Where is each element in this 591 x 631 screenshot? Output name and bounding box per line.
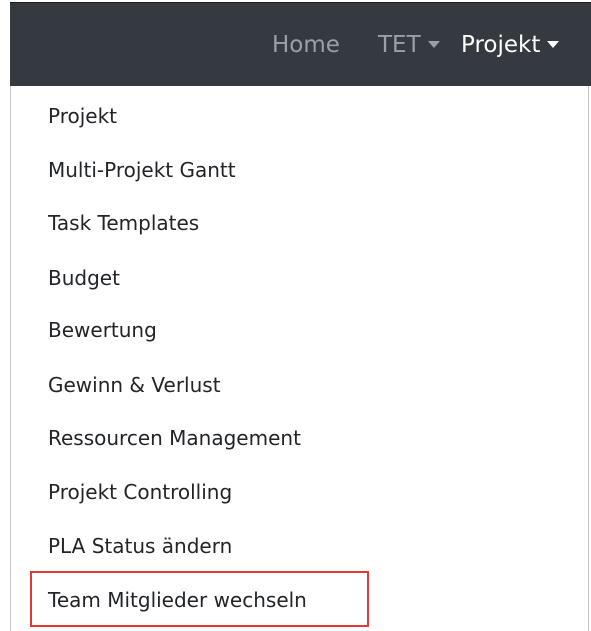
menu-item-bewertung[interactable]: Bewertung bbox=[48, 315, 157, 345]
nav-tet-label: TET bbox=[378, 32, 421, 58]
top-navbar: Home TET Projekt bbox=[10, 2, 591, 86]
menu-item-projekt-controlling[interactable]: Projekt Controlling bbox=[48, 477, 232, 507]
nav-tet-dropdown[interactable]: TET bbox=[378, 25, 440, 65]
menu-item-budget[interactable]: Budget bbox=[48, 263, 120, 293]
caret-down-icon bbox=[427, 41, 440, 48]
caret-down-icon bbox=[547, 41, 560, 48]
nav-home-link[interactable]: Home bbox=[272, 25, 340, 65]
nav-projekt-dropdown[interactable]: Projekt bbox=[461, 25, 560, 65]
menu-item-team-mitglieder-wechseln[interactable]: Team Mitglieder wechseln bbox=[48, 585, 307, 615]
menu-item-gewinn-verlust[interactable]: Gewinn & Verlust bbox=[48, 370, 221, 400]
menu-item-projekt[interactable]: Projekt bbox=[48, 101, 117, 131]
nav-projekt-label: Projekt bbox=[461, 32, 541, 58]
projekt-dropdown-menu: Projekt Multi-Projekt Gantt Task Templat… bbox=[10, 86, 589, 631]
menu-item-ressourcen-management[interactable]: Ressourcen Management bbox=[48, 423, 301, 453]
menu-item-multi-projekt-gantt[interactable]: Multi-Projekt Gantt bbox=[48, 155, 236, 185]
menu-item-task-templates[interactable]: Task Templates bbox=[48, 208, 199, 238]
menu-item-pla-status-aendern[interactable]: PLA Status ändern bbox=[48, 531, 232, 561]
